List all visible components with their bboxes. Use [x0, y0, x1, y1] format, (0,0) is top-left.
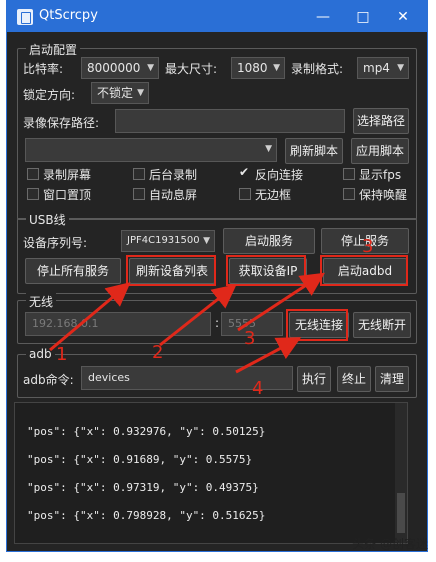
- arrow-3: [237, 272, 326, 332]
- annotation-label-4: 4: [252, 378, 264, 399]
- annotation-label-2: 2: [152, 342, 164, 363]
- annotation-arrows: [49, 272, 326, 374]
- arrow-2: [159, 284, 237, 347]
- annotation-label-1: 1: [56, 344, 68, 365]
- annotation-label-3a: 3: [362, 236, 374, 257]
- arrow-1: [49, 282, 131, 352]
- annotation-label-3b: 3: [244, 328, 256, 349]
- watermark: 头条 @创客迷: [352, 537, 428, 551]
